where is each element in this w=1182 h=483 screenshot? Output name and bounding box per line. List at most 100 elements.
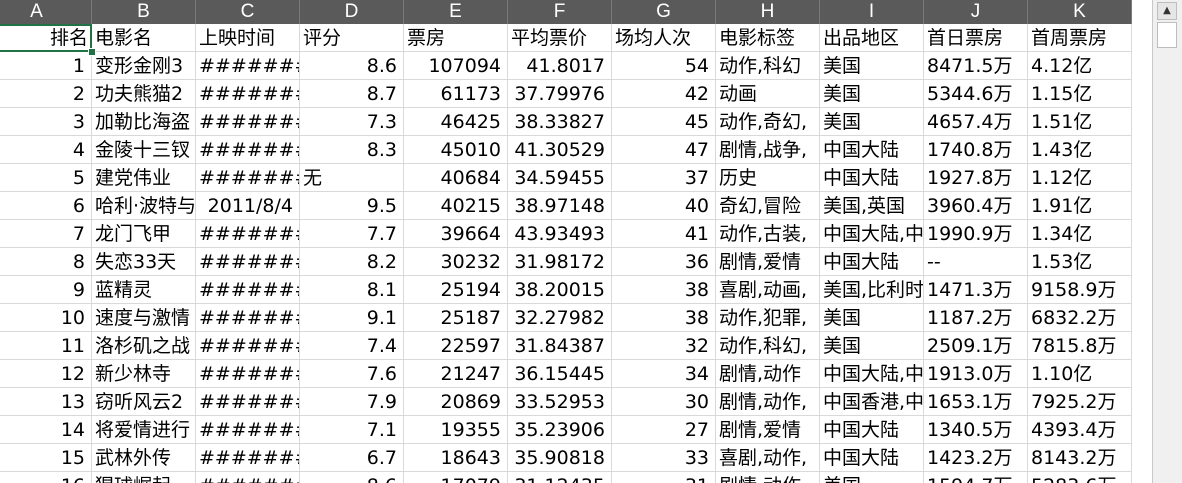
cell-C[interactable]: ####### (196, 472, 300, 483)
column-header-I[interactable]: I (820, 0, 924, 24)
cell-G[interactable]: 42 (612, 80, 716, 108)
cell-J[interactable]: 1927.8万 (924, 164, 1028, 192)
cell-I[interactable]: 美国 (820, 332, 924, 360)
cell-B[interactable]: 建党伟业 (92, 164, 196, 192)
cell-C[interactable]: ####### (196, 248, 300, 276)
header-first-day[interactable]: 首日票房 (924, 24, 1028, 52)
cell-E[interactable]: 20869 (404, 388, 508, 416)
column-header-J[interactable]: J (924, 0, 1028, 24)
cell-A[interactable]: 7 (0, 220, 92, 248)
cell-G[interactable]: 38 (612, 276, 716, 304)
cell-E[interactable]: 18643 (404, 444, 508, 472)
cell-C[interactable]: ####### (196, 416, 300, 444)
cell-E[interactable]: 22597 (404, 332, 508, 360)
cell-G[interactable]: 41 (612, 220, 716, 248)
cell-H[interactable]: 剧情,动作, (716, 388, 820, 416)
cell-A[interactable]: 4 (0, 136, 92, 164)
cell-F[interactable]: 38.97148 (508, 192, 612, 220)
header-rating[interactable]: 评分 (300, 24, 404, 52)
cell-H[interactable]: 动作,犯罪, (716, 304, 820, 332)
cell-H[interactable]: 动画 (716, 80, 820, 108)
cell-C[interactable]: ####### (196, 136, 300, 164)
cell-D[interactable]: 9.1 (300, 304, 404, 332)
column-header-B[interactable]: B (92, 0, 196, 24)
cell-I[interactable]: 美国 (820, 472, 924, 483)
cell-K[interactable]: 1.43亿 (1028, 136, 1132, 164)
cell-F[interactable]: 33.52953 (508, 388, 612, 416)
cell-J[interactable]: 1990.9万 (924, 220, 1028, 248)
cell-C[interactable]: ####### (196, 444, 300, 472)
cell-I[interactable]: 中国大陆 (820, 136, 924, 164)
cell-F[interactable]: 37.79976 (508, 80, 612, 108)
cell-J[interactable]: 2509.1万 (924, 332, 1028, 360)
cell-E[interactable]: 25187 (404, 304, 508, 332)
cell-G[interactable]: 31 (612, 472, 716, 483)
cell-J[interactable]: 1740.8万 (924, 136, 1028, 164)
cell-B[interactable]: 失恋33天 (92, 248, 196, 276)
cell-E[interactable]: 40215 (404, 192, 508, 220)
cell-F[interactable]: 34.59455 (508, 164, 612, 192)
cell-C[interactable]: ####### (196, 80, 300, 108)
cell-D[interactable]: 6.7 (300, 444, 404, 472)
cell-D[interactable]: 7.9 (300, 388, 404, 416)
column-header-F[interactable]: F (508, 0, 612, 24)
cell-C[interactable]: 2011/8/4 (196, 192, 300, 220)
column-header-H[interactable]: H (716, 0, 820, 24)
cell-I[interactable]: 美国 (820, 80, 924, 108)
cell-G[interactable]: 38 (612, 304, 716, 332)
cell-B[interactable]: 蓝精灵 (92, 276, 196, 304)
cell-I[interactable]: 中国大陆,中 (820, 220, 924, 248)
cell-I[interactable]: 美国,英国 (820, 192, 924, 220)
cell-D[interactable]: 7.1 (300, 416, 404, 444)
cell-G[interactable]: 27 (612, 416, 716, 444)
cell-H[interactable]: 奇幻,冒险 (716, 192, 820, 220)
cell-B[interactable]: 洛杉矶之战 (92, 332, 196, 360)
cell-H[interactable]: 喜剧,动作, (716, 444, 820, 472)
cell-J[interactable]: -- (924, 248, 1028, 276)
cell-I[interactable]: 美国,比利时 (820, 276, 924, 304)
cell-I[interactable]: 中国大陆 (820, 444, 924, 472)
cell-E[interactable]: 46425 (404, 108, 508, 136)
cell-A[interactable]: 15 (0, 444, 92, 472)
cell-F[interactable]: 32.27982 (508, 304, 612, 332)
cell-J[interactable]: 1594.7万 (924, 472, 1028, 483)
cell-H[interactable]: 剧情,动作, (716, 472, 820, 483)
cell-H[interactable]: 动作,奇幻, (716, 108, 820, 136)
cell-J[interactable]: 1187.2万 (924, 304, 1028, 332)
cell-E[interactable]: 25194 (404, 276, 508, 304)
cell-A[interactable]: 1 (0, 52, 92, 80)
cell-A[interactable]: 16 (0, 472, 92, 483)
header-avg-price[interactable]: 平均票价 (508, 24, 612, 52)
cell-H[interactable]: 剧情,动作 (716, 360, 820, 388)
cell-D[interactable]: 7.7 (300, 220, 404, 248)
cell-C[interactable]: ####### (196, 388, 300, 416)
cell-I[interactable]: 美国 (820, 108, 924, 136)
cell-A[interactable]: 2 (0, 80, 92, 108)
spreadsheet[interactable]: ABCDEFGHIJK 排名 电影名 上映时间 评分 票房 平均票价 场均人次 电影标签 出品地… (0, 0, 1182, 483)
cell-K[interactable]: 1.51亿 (1028, 108, 1132, 136)
cell-J[interactable]: 1653.1万 (924, 388, 1028, 416)
cell-D[interactable]: 8.1 (300, 276, 404, 304)
cell-K[interactable]: 8143.2万 (1028, 444, 1132, 472)
cell-A[interactable]: 6 (0, 192, 92, 220)
cell-K[interactable]: 4393.4万 (1028, 416, 1132, 444)
cell-G[interactable]: 40 (612, 192, 716, 220)
cell-F[interactable]: 41.8017 (508, 52, 612, 80)
cell-B[interactable]: 功夫熊猫2 (92, 80, 196, 108)
cell-J[interactable]: 4657.4万 (924, 108, 1028, 136)
cell-J[interactable]: 1913.0万 (924, 360, 1028, 388)
fill-handle[interactable] (88, 48, 96, 56)
cell-K[interactable]: 4.12亿 (1028, 52, 1132, 80)
cell-C[interactable]: ####### (196, 332, 300, 360)
cell-H[interactable]: 喜剧,动画, (716, 276, 820, 304)
cell-A[interactable]: 10 (0, 304, 92, 332)
cell-B[interactable]: 速度与激情 (92, 304, 196, 332)
cell-grid[interactable]: ABCDEFGHIJK 排名 电影名 上映时间 评分 票房 平均票价 场均人次 电影标签 出品地… (0, 0, 1152, 483)
scroll-up-arrow-icon[interactable]: ▲ (1157, 2, 1177, 20)
cell-K[interactable]: 1.53亿 (1028, 248, 1132, 276)
cell-J[interactable]: 1340.5万 (924, 416, 1028, 444)
cell-A[interactable]: 3 (0, 108, 92, 136)
cell-C[interactable]: ####### (196, 52, 300, 80)
cell-I[interactable]: 中国大陆 (820, 164, 924, 192)
cell-A[interactable]: 8 (0, 248, 92, 276)
